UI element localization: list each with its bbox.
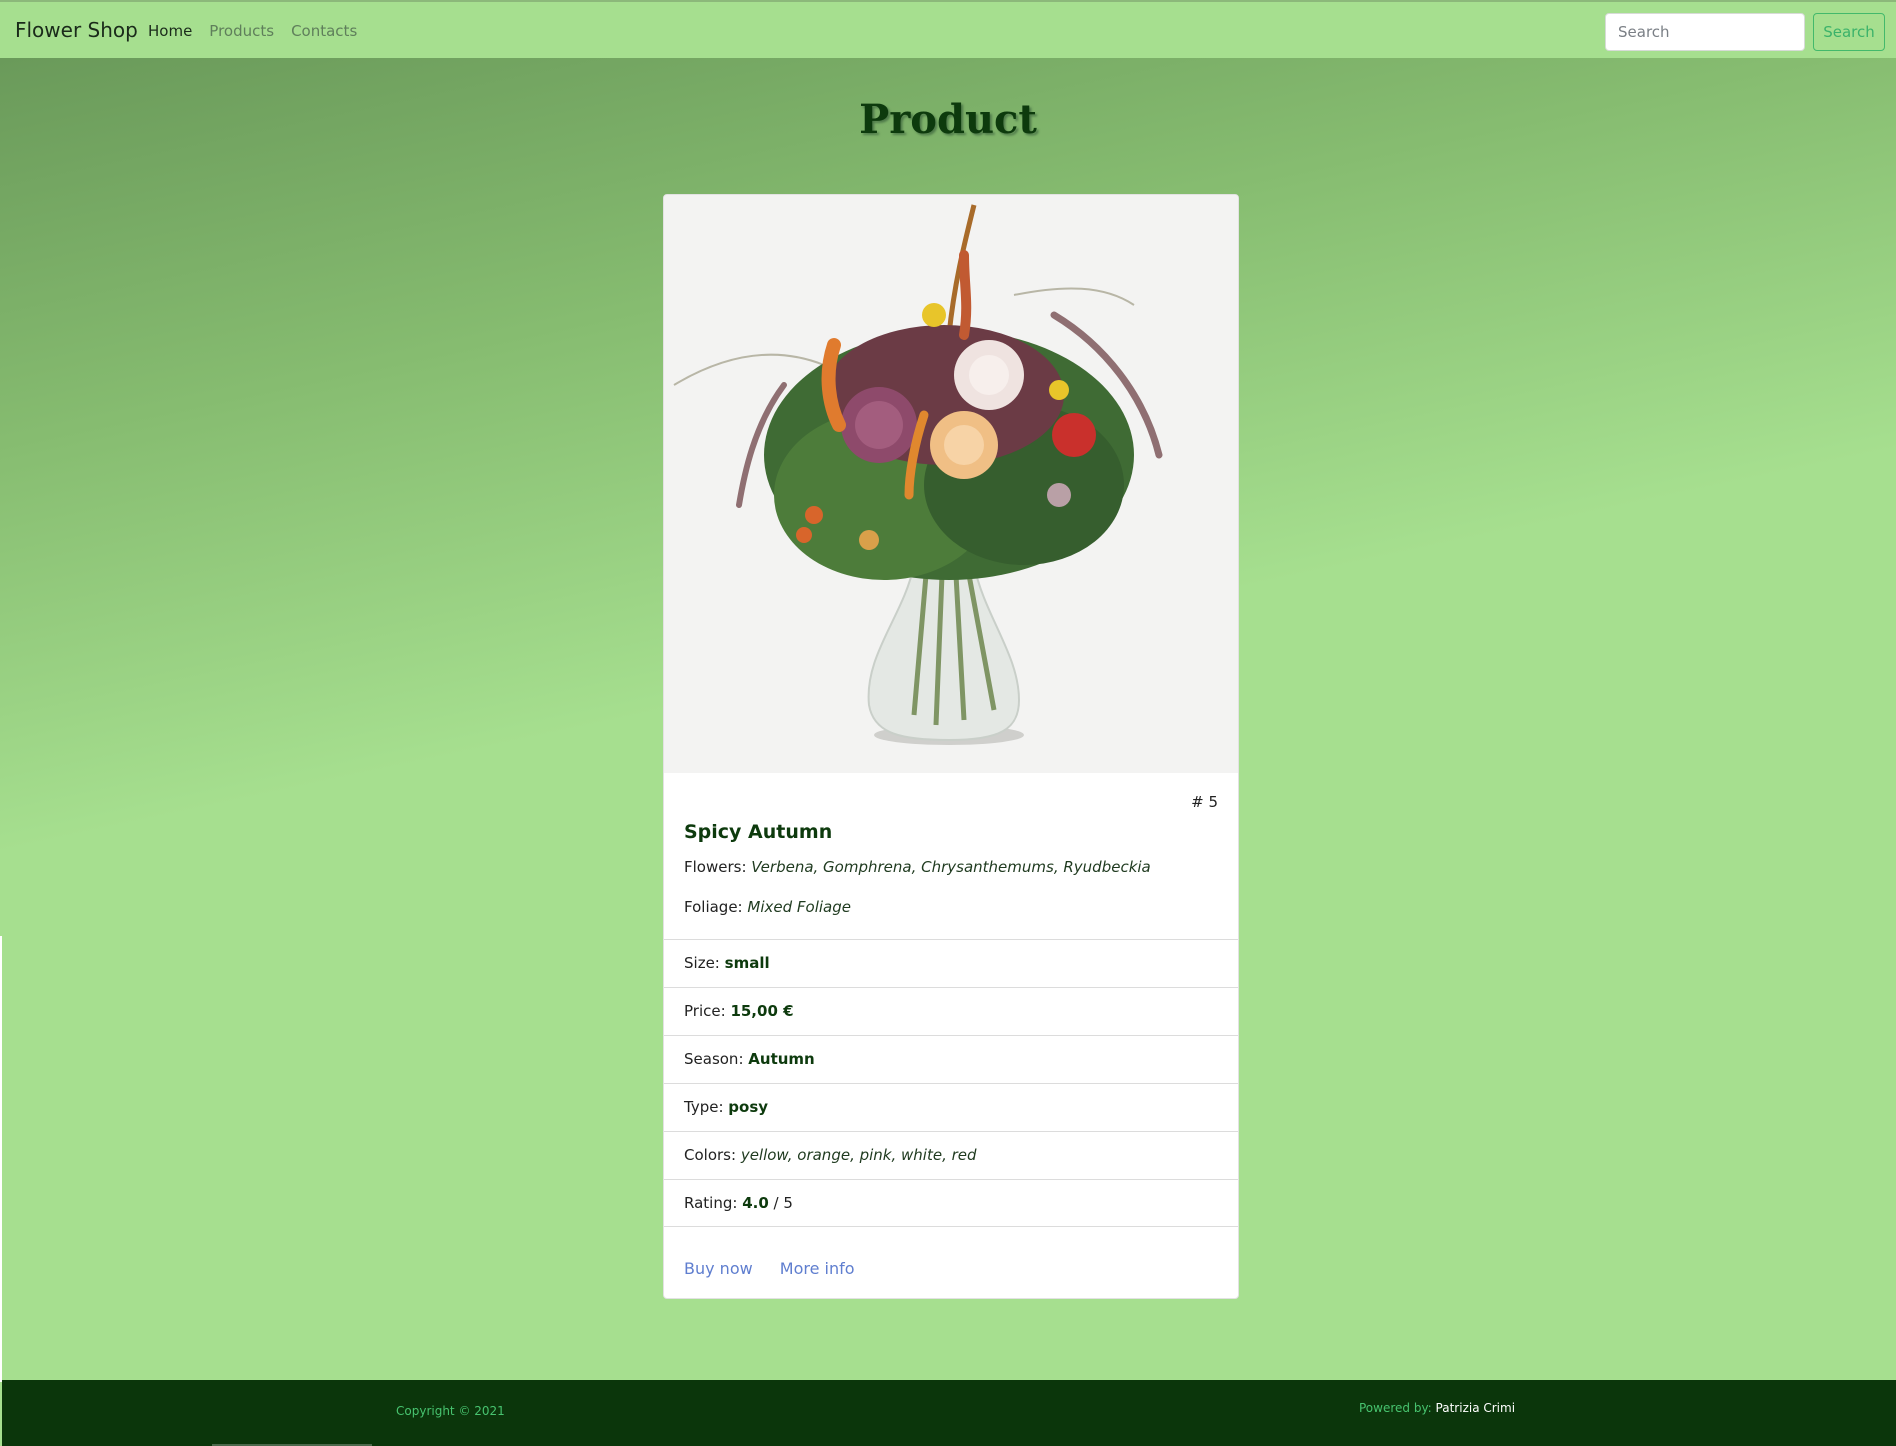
detail-label: Size:	[684, 954, 720, 972]
nav-products-link[interactable]: Products	[209, 22, 274, 40]
product-card: ‹ # 5 Spicy Autumn Flowers: Verbena, Gom…	[663, 194, 1239, 1299]
detail-label: Colors:	[684, 1146, 737, 1164]
detail-rating: Rating: 4.0 / 5	[664, 1179, 1238, 1227]
product-number: # 5	[1191, 793, 1218, 811]
navbar: Flower Shop Home Products Contacts Searc…	[0, 0, 1896, 58]
copyright-text: Copyright © 2021	[396, 1404, 505, 1418]
detail-value: 15,00 €	[730, 1002, 794, 1020]
buy-now-link[interactable]: Buy now	[684, 1259, 753, 1278]
product-foliage: Foliage: Mixed Foliage	[684, 898, 851, 916]
rating-label: Rating:	[684, 1194, 738, 1212]
detail-value: Autumn	[748, 1050, 815, 1068]
more-info-link[interactable]: More info	[780, 1259, 855, 1278]
powered-label: Powered by:	[1359, 1401, 1436, 1415]
detail-label: Season:	[684, 1050, 744, 1068]
detail-size: Size: small	[664, 939, 1238, 987]
nav-home-link[interactable]: Home	[148, 22, 192, 40]
detail-label: Price:	[684, 1002, 726, 1020]
bouquet-illustration	[664, 195, 1238, 773]
rating-value: 4.0	[742, 1194, 769, 1212]
detail-price: Price: 15,00 €	[664, 987, 1238, 1035]
foliage-value: Mixed Foliage	[747, 898, 851, 916]
card-actions: Buy now More info	[684, 1259, 877, 1278]
footer: Copyright © 2021 Powered by: Patrizia Cr…	[2, 1380, 1896, 1446]
detail-value: yellow, orange, pink, white, red	[740, 1146, 977, 1164]
product-name: Spicy Autumn	[684, 821, 833, 843]
nav-contacts-link[interactable]: Contacts	[291, 22, 357, 40]
nav-links: Home Products Contacts	[148, 22, 374, 40]
flowers-label: Flowers:	[684, 858, 747, 876]
detail-label: Type:	[684, 1098, 724, 1116]
detail-colors: Colors: yellow, orange, pink, white, red	[664, 1131, 1238, 1179]
search-button[interactable]: Search	[1813, 13, 1885, 51]
detail-season: Season: Autumn	[664, 1035, 1238, 1083]
product-details-list: Size: small Price: 15,00 € Season: Autum…	[664, 939, 1238, 1227]
search-input[interactable]	[1605, 13, 1805, 51]
author-name: Patrizia Crimi	[1435, 1401, 1516, 1415]
product-image	[664, 195, 1238, 773]
page-title: Product	[859, 96, 1037, 143]
product-flowers: Flowers: Verbena, Gomphrena, Chrysanthem…	[684, 858, 1151, 876]
flowers-value: Verbena, Gomphrena, Chrysanthemums, Ryud…	[751, 858, 1151, 876]
powered-by: Powered by: Patrizia Crimi	[1359, 1401, 1515, 1415]
rating-max: / 5	[768, 1194, 793, 1212]
page-edge	[0, 936, 2, 1382]
brand-link[interactable]: Flower Shop	[15, 18, 138, 42]
detail-type: Type: posy	[664, 1083, 1238, 1131]
detail-value: posy	[728, 1098, 769, 1116]
foliage-label: Foliage:	[684, 898, 743, 916]
detail-value: small	[724, 954, 770, 972]
